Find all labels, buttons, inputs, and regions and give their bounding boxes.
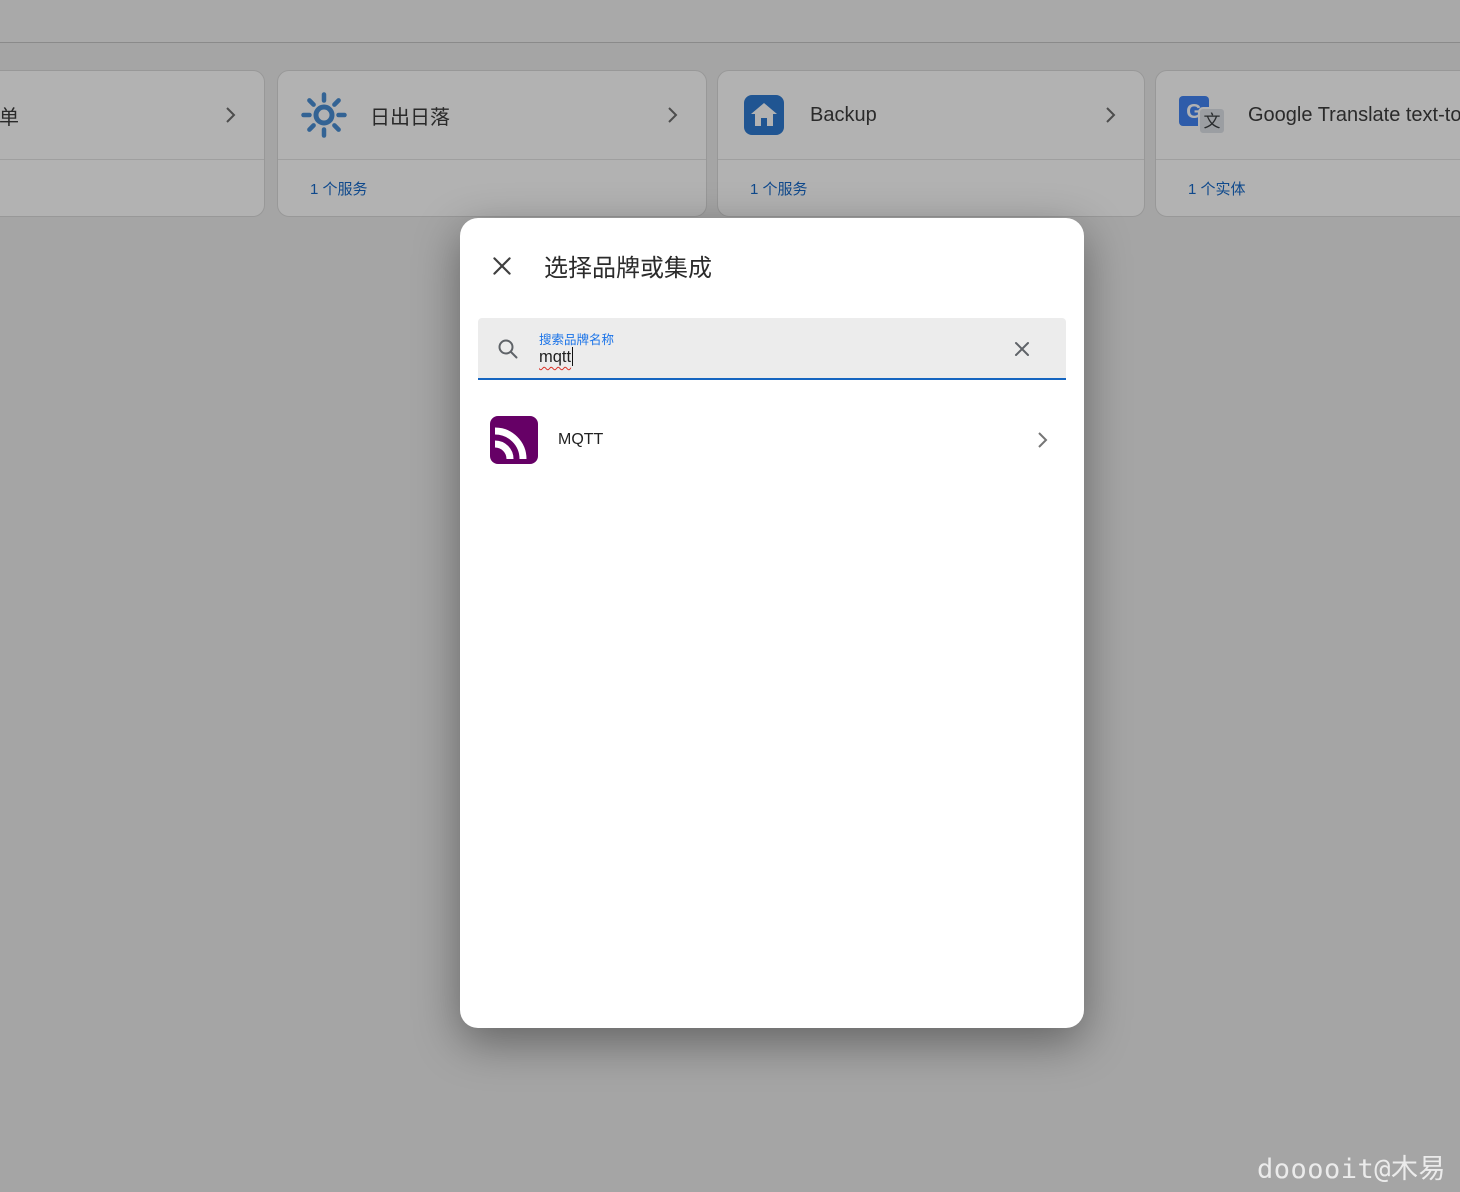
dialog-title: 选择品牌或集成	[544, 248, 712, 283]
search-field-value: mqtt	[539, 347, 573, 367]
search-icon	[496, 337, 520, 361]
text-cursor	[572, 347, 573, 366]
dialog-header: 选择品牌或集成	[488, 248, 712, 283]
close-icon[interactable]	[488, 252, 516, 280]
choose-integration-dialog: 选择品牌或集成 搜索品牌名称 mqtt MQTT	[460, 218, 1084, 1028]
integration-result-mqtt[interactable]: MQTT	[460, 404, 1084, 476]
mqtt-logo-icon	[490, 416, 538, 464]
chevron-right-icon	[1030, 428, 1054, 452]
integration-result-name: MQTT	[558, 431, 1010, 449]
search-field-label: 搜索品牌名称	[539, 329, 614, 348]
search-results-list: MQTT	[460, 404, 1084, 476]
search-input[interactable]: 搜索品牌名称 mqtt	[478, 318, 1066, 380]
clear-search-icon[interactable]	[1010, 337, 1034, 361]
watermark-text: dooooit@木易	[1257, 1147, 1446, 1186]
